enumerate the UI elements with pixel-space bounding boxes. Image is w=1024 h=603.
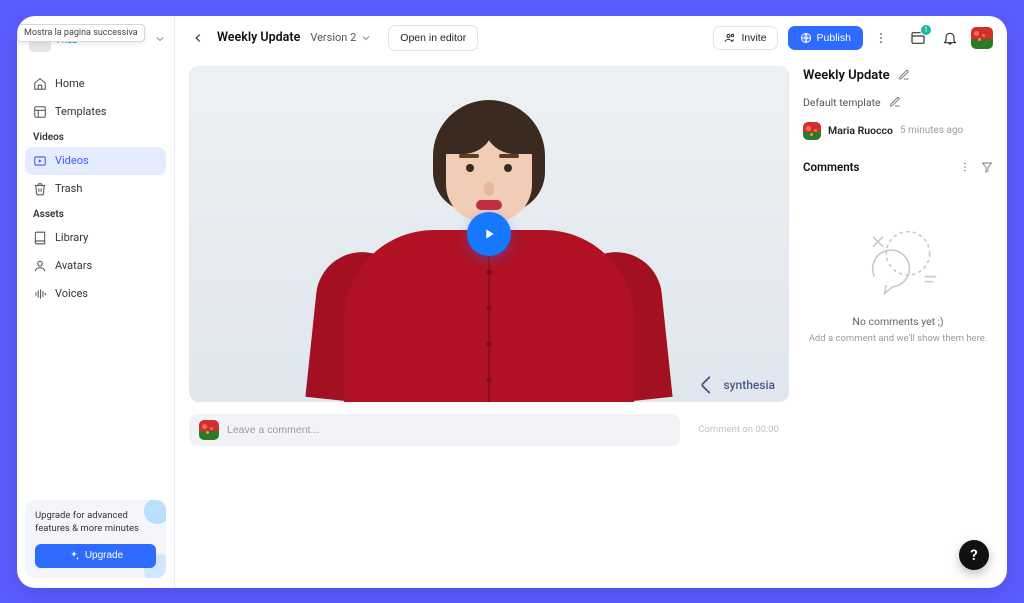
empty-subtitle: Add a comment and we'll show them here. (809, 332, 988, 345)
video-watermark: synthesia (703, 378, 775, 392)
comment-input-wrapper (189, 414, 680, 446)
pencil-icon (889, 96, 901, 108)
avatars-icon (33, 259, 47, 273)
version-selector[interactable]: Version 2 (310, 31, 372, 44)
topbar: Weekly Update Version 2 Open in editor I… (175, 16, 1007, 60)
people-icon (724, 32, 736, 44)
page-title: Weekly Update (217, 30, 300, 45)
comments-filter-button[interactable] (981, 158, 993, 177)
nav-videos[interactable]: Videos (25, 147, 166, 175)
next-page-tooltip: Mostra la pagina successiva (17, 24, 145, 42)
nav-voices[interactable]: Voices (25, 280, 166, 308)
author-avatar (803, 122, 821, 140)
more-menu-button[interactable] (873, 31, 889, 45)
notification-badge: 1 (920, 24, 932, 36)
comments-more-button[interactable] (959, 158, 971, 177)
nav-home-label: Home (55, 77, 85, 90)
bell-icon (942, 30, 958, 46)
upgrade-card: Upgrade for advanced features & more min… (25, 500, 166, 578)
version-label: Version 2 (310, 31, 356, 44)
upgrade-text: Upgrade for advanced features & more min… (35, 510, 145, 536)
chevron-down-icon (360, 32, 372, 44)
comments-empty-state: No comments yet ;) Add a comment and we'… (803, 215, 993, 345)
details-panel: Weekly Update Default template Maria Ruo… (803, 66, 993, 574)
invite-label: Invite (741, 32, 766, 44)
videos-icon (33, 154, 47, 168)
empty-title: No comments yet ;) (852, 315, 943, 328)
comment-timestamp-hint: Comment on 00:00 (688, 424, 789, 435)
upgrade-button[interactable]: Upgrade (35, 544, 156, 568)
publish-label: Publish (817, 32, 851, 44)
edit-template-button[interactable] (889, 93, 901, 112)
trash-icon (33, 182, 47, 196)
upgrade-button-label: Upgrade (85, 550, 123, 561)
help-button[interactable]: ? (959, 540, 989, 570)
nav-avatars-label: Avatars (55, 259, 92, 272)
nav-heading-assets: Assets (25, 203, 166, 224)
inbox-button[interactable]: 1 (907, 27, 929, 49)
home-icon (33, 77, 47, 91)
sidebar: Mostra la pagina successiva FREE Home (17, 16, 175, 588)
publish-button[interactable]: Publish (788, 26, 863, 50)
filter-icon (981, 161, 993, 173)
watermark-text: synthesia (723, 378, 775, 392)
nav-home[interactable]: Home (25, 70, 166, 98)
user-avatar[interactable] (971, 27, 993, 49)
templates-icon (33, 105, 47, 119)
nav-templates-label: Templates (55, 105, 106, 118)
nav-library-label: Library (55, 231, 88, 244)
author-name: Maria Ruocco (828, 124, 893, 137)
nav-trash[interactable]: Trash (25, 175, 166, 203)
pencil-icon (898, 69, 910, 81)
library-icon (33, 231, 47, 245)
template-name: Default template (803, 96, 881, 109)
synthesia-logo-icon (701, 375, 721, 395)
globe-icon (800, 32, 812, 44)
play-icon (481, 226, 497, 242)
back-button[interactable] (189, 29, 207, 47)
play-button[interactable] (467, 212, 511, 256)
comment-input[interactable] (227, 424, 670, 436)
kebab-icon (959, 161, 971, 173)
nav-library[interactable]: Library (25, 224, 166, 252)
empty-comments-illustration (848, 215, 948, 305)
nav-videos-label: Videos (55, 154, 89, 167)
comments-heading: Comments (803, 160, 859, 174)
edit-title-button[interactable] (898, 66, 910, 85)
invite-button[interactable]: Invite (713, 26, 777, 50)
nav-trash-label: Trash (55, 182, 82, 195)
notifications-button[interactable] (939, 27, 961, 49)
details-title: Weekly Update (803, 68, 890, 83)
chevron-down-icon (154, 33, 166, 48)
nav-heading-videos: Videos (25, 126, 166, 147)
nav-voices-label: Voices (55, 287, 88, 300)
nav-avatars[interactable]: Avatars (25, 252, 166, 280)
main: Weekly Update Version 2 Open in editor I… (175, 16, 1007, 588)
sparkle-icon (68, 550, 80, 562)
open-in-editor-button[interactable]: Open in editor (388, 25, 478, 51)
comment-avatar (199, 420, 219, 440)
voices-icon (33, 287, 47, 301)
time-ago: 5 minutes ago (900, 125, 963, 136)
video-player[interactable]: synthesia (189, 66, 789, 402)
nav-templates[interactable]: Templates (25, 98, 166, 126)
